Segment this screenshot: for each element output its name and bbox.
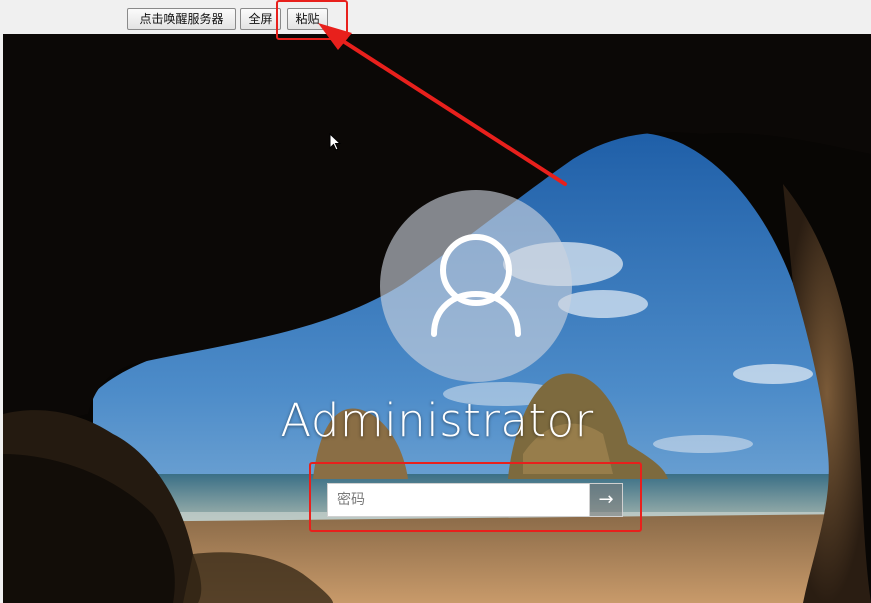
fullscreen-button[interactable]: 全屏	[240, 8, 281, 30]
mouse-cursor-icon	[329, 133, 342, 151]
wake-server-button[interactable]: 点击唤醒服务器	[127, 8, 236, 30]
paste-highlight-box	[276, 0, 348, 40]
user-avatar	[380, 190, 572, 382]
remote-toolbar: 点击唤醒服务器 全屏 粘贴	[0, 0, 871, 34]
user-silhouette-icon	[431, 234, 521, 337]
username-label: Administrator	[280, 394, 594, 447]
password-highlight-box	[309, 462, 642, 532]
